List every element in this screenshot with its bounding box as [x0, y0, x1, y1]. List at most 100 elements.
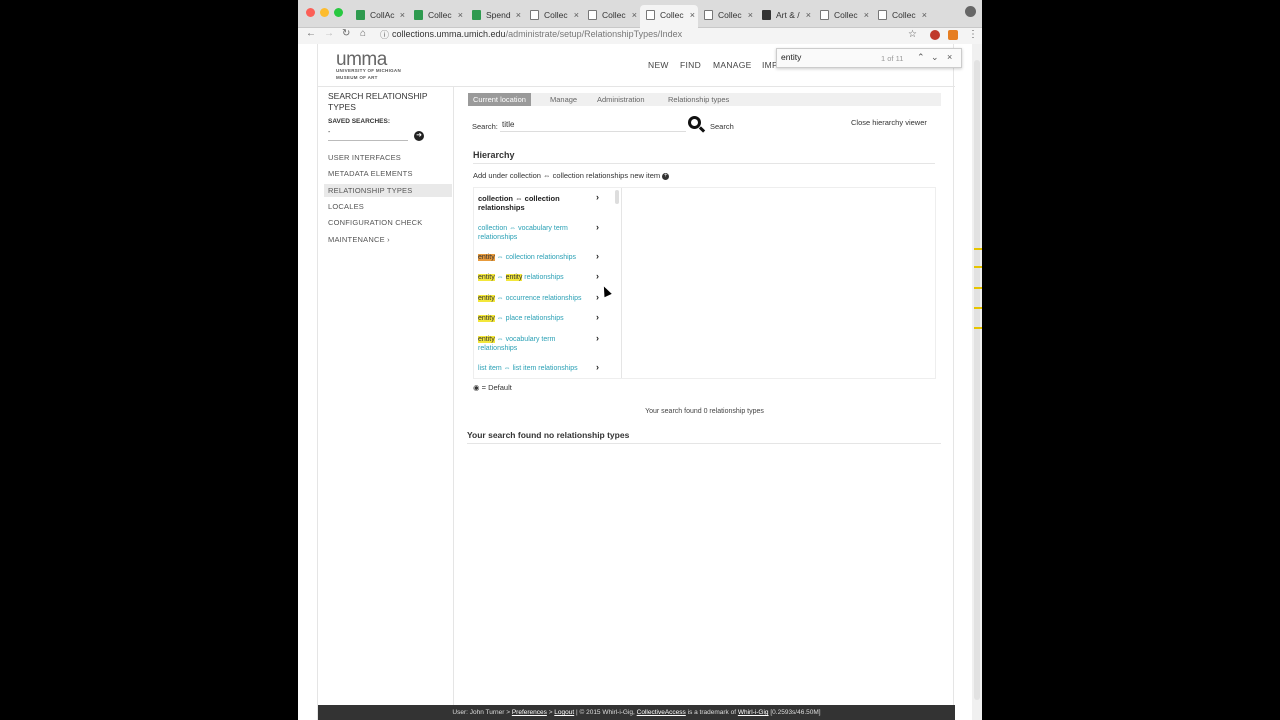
footer-collectiveaccess-link[interactable]: CollectiveAccess — [637, 709, 686, 716]
close-tab-icon[interactable]: × — [864, 10, 869, 20]
hierarchy-item[interactable]: entity ⇔ vocabulary term relationships — [478, 335, 596, 353]
page-icon — [878, 10, 887, 20]
close-window-button[interactable] — [306, 8, 315, 17]
page-scroll-thumb[interactable] — [974, 60, 980, 700]
close-tab-icon[interactable]: × — [690, 10, 695, 20]
hierarchy-item[interactable]: collection ⇔ vocabulary term relationshi… — [478, 224, 596, 242]
browser-tab[interactable]: Collec × — [814, 5, 872, 28]
find-input[interactable] — [781, 52, 881, 62]
url-host: collections.umma.umich.edu — [392, 29, 506, 39]
sidebar-item-relationship-types[interactable]: RELATIONSHIP TYPES — [324, 184, 452, 197]
sidebar-item-locales[interactable]: LOCALES — [328, 200, 453, 213]
footer-preferences-link[interactable]: Preferences — [512, 709, 547, 716]
close-tab-icon[interactable]: × — [458, 10, 463, 20]
hierarchy-item-text: ⇔ occurrence relationships — [494, 295, 582, 302]
browser-tab-label: Collec — [602, 10, 626, 20]
address-toolbar: ← → ↻ ⌂ ⓘ collections.umma.umich.edu/adm… — [298, 28, 982, 44]
close-tab-icon[interactable]: × — [806, 10, 811, 20]
find-previous-icon[interactable]: ⌃ — [917, 52, 925, 63]
breadcrumb-manage[interactable]: Manage — [545, 93, 582, 106]
saved-searches-select[interactable]: - — [328, 129, 408, 141]
reload-icon[interactable]: ↻ — [342, 28, 350, 39]
info-icon[interactable]: ⓘ — [380, 28, 389, 41]
browser-tab[interactable]: Collec × — [524, 5, 582, 28]
footer: User: John Turner > Preferences > Logout… — [318, 705, 955, 720]
breadcrumb-relationship-types[interactable]: Relationship types — [663, 93, 734, 106]
footer-whirligig-link[interactable]: Whirl-i-Gig — [738, 709, 769, 716]
close-tab-icon[interactable]: × — [922, 10, 927, 20]
browser-tab[interactable]: Art & / × — [756, 5, 814, 28]
browser-tab[interactable]: Collec × — [408, 5, 466, 28]
expand-arrow-icon[interactable]: › — [596, 271, 599, 281]
sidebar-item-metadata-elements[interactable]: METADATA ELEMENTS — [328, 167, 453, 180]
find-match-marker — [974, 266, 982, 268]
breadcrumb-administration[interactable]: Administration — [592, 93, 650, 106]
extension-icon[interactable] — [948, 30, 958, 40]
menu-icon[interactable]: ⋮ — [968, 29, 978, 40]
expand-arrow-icon[interactable]: › — [596, 192, 599, 202]
breadcrumb: Current location Manage Administration R… — [468, 93, 941, 106]
hierarchy-item[interactable]: entity ⇔ occurrence relationships — [478, 294, 596, 303]
close-tab-icon[interactable]: × — [516, 10, 521, 20]
close-tab-icon[interactable]: × — [632, 10, 637, 20]
back-icon[interactable]: ← — [306, 28, 316, 39]
profile-icon[interactable] — [965, 6, 976, 17]
browser-tab[interactable]: Spend × — [466, 5, 524, 28]
hierarchy-item[interactable]: entity ⇔ entity relationships — [478, 273, 596, 282]
add-icon[interactable]: + — [662, 172, 670, 180]
find-close-icon[interactable]: × — [947, 52, 952, 62]
adblock-extension-icon[interactable] — [930, 30, 940, 40]
browser-tab-label: Collec — [834, 10, 858, 20]
hierarchy-item[interactable]: list item ⇔ list item relationships — [478, 364, 596, 373]
browser-tab-label: Collec — [660, 10, 684, 20]
hierarchy-item[interactable]: entity ⇔ place relationships — [478, 314, 596, 323]
hierarchy-item-text: ⇔ place relationships — [494, 315, 564, 322]
browser-tab[interactable]: Collec × — [640, 5, 698, 28]
sidebar-item-user-interfaces[interactable]: USER INTERFACES — [328, 151, 453, 164]
minimize-window-button[interactable] — [320, 8, 329, 17]
expand-arrow-icon[interactable]: › — [596, 362, 599, 372]
nav-new[interactable]: NEW — [648, 60, 669, 70]
hierarchy-item[interactable]: entity ⇔ collection relationships — [478, 253, 596, 262]
add-under-link[interactable]: Add under collection ⇔ collection relati… — [473, 171, 670, 180]
hierarchy-scrollbar[interactable] — [615, 190, 619, 204]
hierarchy-title: Hierarchy — [473, 150, 515, 160]
sidebar-item-configuration-check[interactable]: CONFIGURATION CHECK — [328, 216, 453, 229]
home-icon[interactable]: ⌂ — [360, 28, 366, 39]
close-tab-icon[interactable]: × — [574, 10, 579, 20]
nav-find[interactable]: FIND — [680, 60, 701, 70]
expand-arrow-icon[interactable]: › — [596, 292, 599, 302]
browser-tab[interactable]: Collec × — [698, 5, 756, 28]
expand-arrow-icon[interactable]: › — [596, 333, 599, 343]
hierarchy-item[interactable]: collection ⇔ collection relationships — [478, 194, 596, 212]
close-tab-icon[interactable]: × — [748, 10, 753, 20]
address-bar[interactable]: collections.umma.umich.edu/administrate/… — [392, 29, 682, 39]
expand-arrow-icon[interactable]: › — [596, 222, 599, 232]
page-icon — [530, 10, 539, 20]
find-next-icon[interactable]: ⌄ — [931, 52, 939, 63]
sheets-icon — [414, 10, 423, 20]
sheets-icon — [356, 10, 365, 20]
browser-tab[interactable]: Collec × — [872, 5, 930, 28]
go-arrow-icon[interactable]: ➜ — [414, 131, 424, 141]
browser-tab-label: Collec — [718, 10, 742, 20]
page-icon — [588, 10, 597, 20]
search-input[interactable] — [500, 118, 686, 132]
browser-tab[interactable]: CollAc × — [350, 5, 408, 28]
forward-icon[interactable]: → — [324, 28, 334, 39]
expand-arrow-icon[interactable]: › — [596, 251, 599, 261]
footer-stats: [0.2593s/46.50M] — [770, 709, 821, 716]
browser-tab-label: Art & / — [776, 10, 800, 20]
search-highlight: entity — [478, 336, 495, 343]
search-icon-handle — [698, 126, 706, 133]
browser-tab[interactable]: Collec × — [582, 5, 640, 28]
zoom-window-button[interactable] — [334, 8, 343, 17]
nav-manage[interactable]: MANAGE — [713, 60, 752, 70]
expand-arrow-icon[interactable]: › — [596, 312, 599, 322]
close-hierarchy-viewer-link[interactable]: Close hierarchy viewer — [851, 118, 927, 127]
close-tab-icon[interactable]: × — [400, 10, 405, 20]
footer-logout-link[interactable]: Logout — [554, 709, 574, 716]
bookmark-star-icon[interactable]: ☆ — [908, 29, 917, 40]
hierarchy-column-divider — [621, 188, 622, 378]
sidebar-item-maintenance[interactable]: MAINTENANCE › — [328, 233, 453, 246]
